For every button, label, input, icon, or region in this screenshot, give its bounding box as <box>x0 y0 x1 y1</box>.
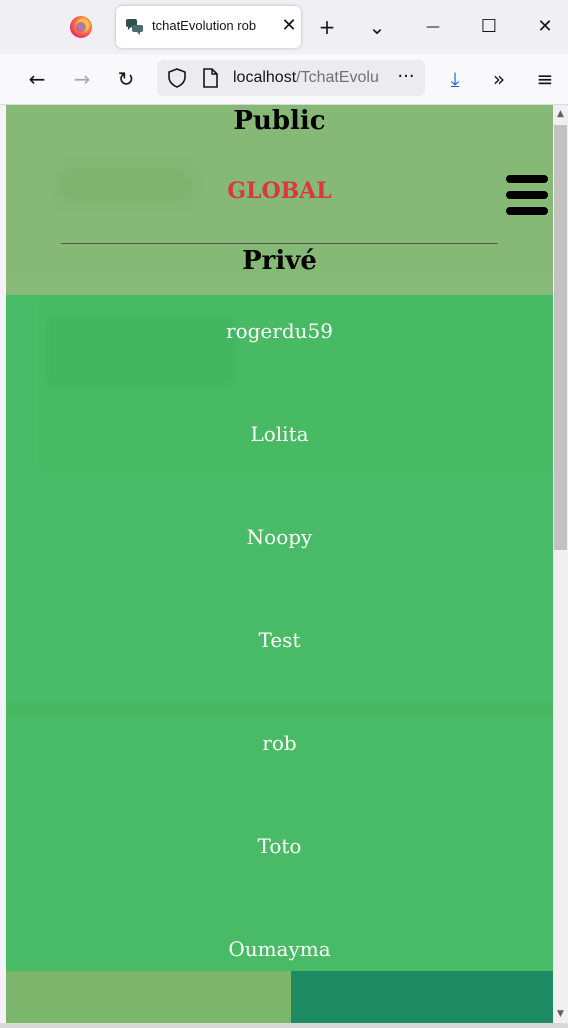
browser-navbar: ← → ↻ localhost/TchatEvolu ··· ⤓ » ≡ <box>0 54 568 105</box>
tab-list-chevron-icon[interactable]: ⌄ <box>362 12 392 42</box>
hamburger-menu-icon[interactable] <box>506 175 548 215</box>
firefox-logo-icon <box>70 16 92 38</box>
page-info-icon[interactable] <box>201 68 219 88</box>
public-heading: Public <box>233 106 326 136</box>
url-text[interactable]: localhost/TchatEvolu <box>233 69 393 87</box>
global-channel-link[interactable]: GLOBAL <box>6 178 553 204</box>
overflow-menu-icon[interactable]: » <box>484 64 514 94</box>
menu-divider <box>61 243 498 244</box>
url-host: localhost <box>233 69 297 86</box>
close-window-button[interactable]: ✕ <box>530 12 560 42</box>
user-item-rob[interactable]: rob <box>6 731 553 755</box>
chat-bubbles-icon <box>126 19 143 35</box>
hamburger-bar <box>506 207 548 215</box>
window-bottom-edge <box>0 1023 568 1028</box>
url-path: /TchatEvolu <box>296 69 379 86</box>
page-viewport: Public GLOBAL Privé rogerdu59 Lolita Noo… <box>6 105 553 1023</box>
user-item-oumayma[interactable]: Oumayma <box>6 937 553 961</box>
user-item-rogerdu59[interactable]: rogerdu59 <box>6 319 553 343</box>
download-icon[interactable]: ⤓ <box>440 64 470 94</box>
user-item-toto[interactable]: Toto <box>6 834 553 858</box>
user-item-noopy[interactable]: Noopy <box>6 525 553 549</box>
user-item-lolita[interactable]: Lolita <box>6 422 553 446</box>
new-tab-button[interactable]: + <box>312 12 342 42</box>
user-item-test[interactable]: Test <box>6 628 553 652</box>
vertical-scrollbar[interactable]: ▲ ▼ <box>553 105 568 1023</box>
back-arrow-icon[interactable]: ← <box>22 64 52 94</box>
tab-title: tchatEvolution rob <box>152 18 257 33</box>
url-bar[interactable]: localhost/TchatEvolu ··· <box>157 60 425 96</box>
scrollbar-thumb[interactable] <box>554 125 567 550</box>
minimize-button[interactable]: — <box>418 12 448 42</box>
page-actions-more-icon[interactable]: ··· <box>393 64 419 90</box>
hamburger-bar <box>506 175 548 183</box>
background-footer-right <box>291 971 553 1023</box>
maximize-button[interactable]: ☐ <box>474 12 504 42</box>
shield-icon[interactable] <box>167 68 187 88</box>
reload-icon[interactable]: ↻ <box>111 64 141 94</box>
background-footer-left <box>6 971 291 1023</box>
tab-tchatevolution[interactable]: tchatEvolution rob ✕ <box>116 6 301 48</box>
app-menu-icon[interactable]: ≡ <box>530 64 560 94</box>
scroll-up-arrow-icon[interactable]: ▲ <box>553 105 568 123</box>
private-heading: Privé <box>242 246 317 276</box>
forward-arrow-icon[interactable]: → <box>67 64 97 94</box>
scroll-down-arrow-icon[interactable]: ▼ <box>553 1005 568 1023</box>
tab-close-icon[interactable]: ✕ <box>278 14 300 38</box>
hamburger-bar <box>506 191 548 199</box>
browser-titlebar: tchatEvolution rob ✕ + ⌄ — ☐ ✕ <box>0 0 568 54</box>
